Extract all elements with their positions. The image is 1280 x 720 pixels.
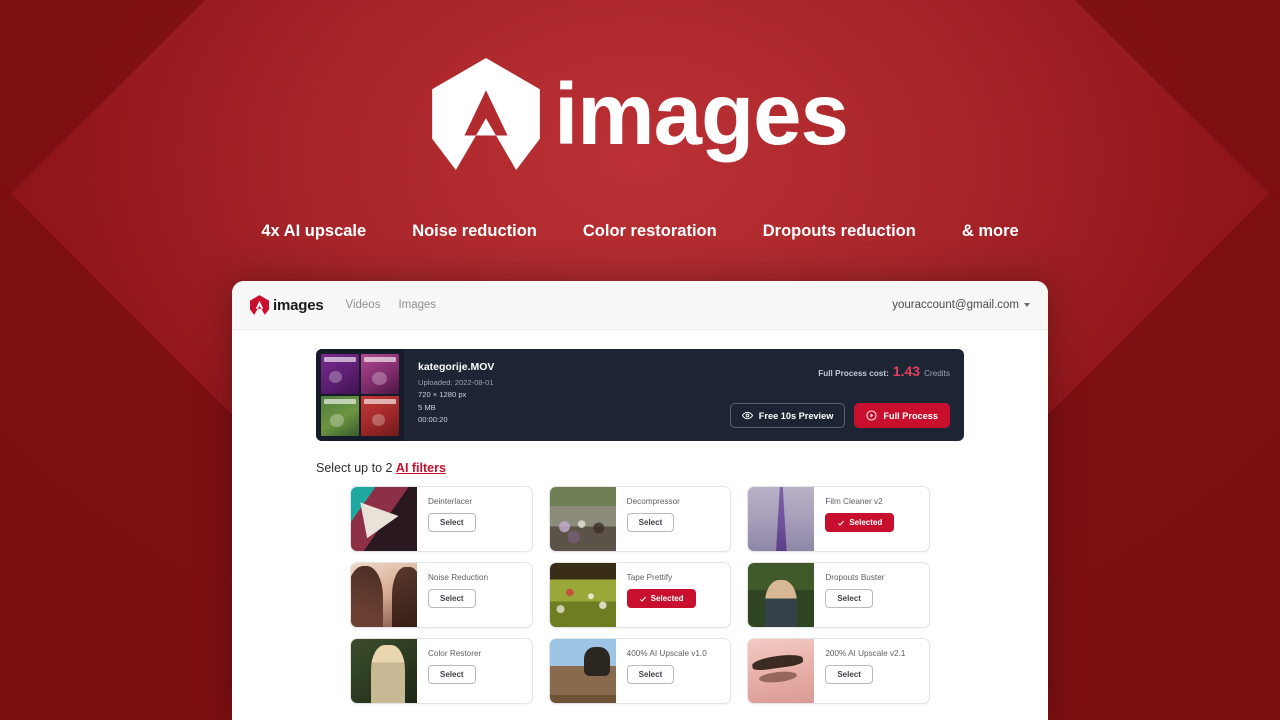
brand-wordmark: images bbox=[554, 65, 849, 163]
feature-tag: Dropouts reduction bbox=[762, 222, 916, 240]
eye-icon bbox=[741, 411, 753, 420]
filter-thumbnail bbox=[549, 639, 616, 703]
filter-select-label: Select bbox=[440, 518, 464, 528]
thumbnail-tile bbox=[321, 396, 359, 436]
app-body: kategorije.MOV Uploaded: 2022-08-01 720 … bbox=[232, 330, 1048, 704]
filter-thumbnail bbox=[748, 487, 815, 551]
file-size: 5 MB bbox=[418, 402, 436, 412]
filter-thumbnail bbox=[351, 563, 417, 627]
file-uploaded-date: Uploaded: 2022-08-01 bbox=[418, 378, 494, 387]
thumbnail-tile bbox=[361, 354, 399, 394]
check-icon bbox=[838, 520, 845, 526]
free-preview-button[interactable]: Free 10s Preview bbox=[729, 403, 846, 428]
process-cost: Full Process cost: 1.43 Credits bbox=[818, 363, 950, 379]
filter-card[interactable]: Dropouts Buster Select bbox=[747, 562, 930, 628]
ai-filters-link[interactable]: AI filters bbox=[396, 461, 446, 475]
filter-select-label: Select bbox=[837, 670, 861, 680]
filter-title: 200% AI Upscale v2.1 bbox=[825, 649, 906, 658]
check-icon bbox=[639, 596, 646, 602]
chevron-down-icon bbox=[1024, 303, 1030, 307]
feature-tag: & more bbox=[961, 222, 1019, 240]
filter-thumbnail bbox=[748, 563, 815, 627]
file-metadata: kategorije.MOV Uploaded: 2022-08-01 720 … bbox=[404, 349, 714, 441]
account-email-label: youraccount@gmail.com bbox=[892, 299, 1019, 311]
app-header: images Videos Images youraccount@gmail.c… bbox=[232, 281, 1048, 330]
filter-select-label: Select bbox=[440, 670, 464, 680]
filter-card[interactable]: 400% AI Upscale v1.0 Select bbox=[548, 638, 732, 704]
filter-title: Color Restorer bbox=[428, 649, 482, 658]
filter-card[interactable]: Noise Reduction Select bbox=[350, 562, 533, 628]
filter-select-button[interactable]: Select bbox=[428, 513, 476, 533]
video-thumbnail bbox=[316, 349, 404, 441]
filter-select-button[interactable]: Select bbox=[428, 589, 476, 609]
filter-grid: Deinterlacer Select Decompressor Select bbox=[350, 486, 930, 704]
feature-tag: Noise reduction bbox=[412, 222, 537, 240]
filter-title: Noise Reduction bbox=[428, 573, 489, 582]
filter-select-button[interactable]: Select bbox=[825, 665, 873, 685]
free-preview-label: Free 10s Preview bbox=[758, 410, 834, 421]
aimages-logo-icon bbox=[432, 58, 540, 170]
filters-heading: Select up to 2 AI filters bbox=[316, 461, 964, 475]
filter-select-button[interactable]: Select bbox=[626, 513, 675, 533]
thumbnail-tile bbox=[321, 354, 359, 394]
feature-tag-row: 4x AI upscale Noise reduction Color rest… bbox=[0, 222, 1280, 241]
filter-thumbnail bbox=[549, 563, 616, 627]
filter-card[interactable]: Film Cleaner v2 Selected bbox=[747, 486, 930, 552]
full-process-button[interactable]: Full Process bbox=[854, 403, 950, 428]
app-nav: Videos Images bbox=[346, 299, 437, 311]
filter-select-label: Select bbox=[638, 518, 663, 528]
file-info-panel: kategorije.MOV Uploaded: 2022-08-01 720 … bbox=[316, 349, 964, 441]
filter-thumbnail bbox=[549, 487, 616, 551]
filter-card[interactable]: Decompressor Select bbox=[548, 486, 732, 552]
filter-selected-label: Selected bbox=[849, 518, 883, 528]
nav-item-images[interactable]: Images bbox=[398, 299, 436, 311]
cost-unit: Credits bbox=[924, 369, 950, 378]
feature-tag: 4x AI upscale bbox=[261, 222, 367, 240]
filter-card[interactable]: Deinterlacer Select bbox=[350, 486, 533, 552]
app-logo-label: images bbox=[273, 296, 324, 314]
filter-select-button[interactable]: Select bbox=[825, 589, 873, 609]
filter-selected-button[interactable]: Selected bbox=[825, 513, 895, 533]
full-process-label: Full Process bbox=[883, 410, 938, 421]
file-duration: 00:00:20 bbox=[418, 414, 448, 424]
cost-label: Full Process cost: bbox=[818, 369, 889, 378]
filter-select-label: Select bbox=[638, 670, 663, 680]
filter-title: Decompressor bbox=[626, 497, 680, 506]
filters-heading-prefix: Select up to 2 bbox=[316, 461, 396, 475]
filter-title: 400% AI Upscale v1.0 bbox=[626, 649, 707, 658]
play-circle-icon bbox=[866, 410, 877, 421]
brand-lockup: images bbox=[0, 0, 1280, 170]
file-actions-area: Full Process cost: 1.43 Credits Free 10s… bbox=[714, 349, 964, 441]
file-name: kategorije.MOV bbox=[418, 361, 495, 373]
filter-selected-label: Selected bbox=[650, 594, 684, 604]
file-action-buttons: Free 10s Preview Full Process bbox=[729, 403, 950, 428]
filter-select-button[interactable]: Select bbox=[626, 665, 675, 685]
filter-thumbnail bbox=[351, 487, 417, 551]
feature-tag: Color restoration bbox=[582, 222, 717, 240]
filter-card[interactable]: 200% AI Upscale v2.1 Select bbox=[747, 638, 930, 704]
filter-select-label: Select bbox=[837, 594, 861, 604]
promo-screenshot: images 4x AI upscale Noise reduction Col… bbox=[0, 0, 1280, 720]
aimages-logo-icon bbox=[250, 295, 269, 315]
filter-title: Tape Prettify bbox=[626, 573, 673, 582]
filter-title: Film Cleaner v2 bbox=[825, 497, 883, 506]
app-logo[interactable]: images bbox=[250, 295, 324, 315]
filter-select-label: Select bbox=[440, 594, 464, 604]
filter-title: Dropouts Buster bbox=[825, 573, 885, 582]
file-dimensions: 720 × 1280 px bbox=[418, 390, 467, 400]
hero-section: images 4x AI upscale Noise reduction Col… bbox=[0, 0, 1280, 241]
cost-value: 1.43 bbox=[892, 363, 921, 379]
account-menu[interactable]: youraccount@gmail.com bbox=[892, 299, 1030, 311]
filter-title: Deinterlacer bbox=[428, 497, 473, 506]
app-window: images Videos Images youraccount@gmail.c… bbox=[232, 281, 1048, 720]
thumbnail-tile bbox=[361, 396, 399, 436]
filter-selected-button[interactable]: Selected bbox=[626, 589, 696, 609]
filter-thumbnail bbox=[748, 639, 815, 703]
filter-select-button[interactable]: Select bbox=[428, 665, 476, 685]
filter-thumbnail bbox=[351, 639, 417, 703]
nav-item-videos[interactable]: Videos bbox=[346, 299, 381, 311]
filter-card[interactable]: Tape Prettify Selected bbox=[548, 562, 732, 628]
filter-card[interactable]: Color Restorer Select bbox=[350, 638, 533, 704]
